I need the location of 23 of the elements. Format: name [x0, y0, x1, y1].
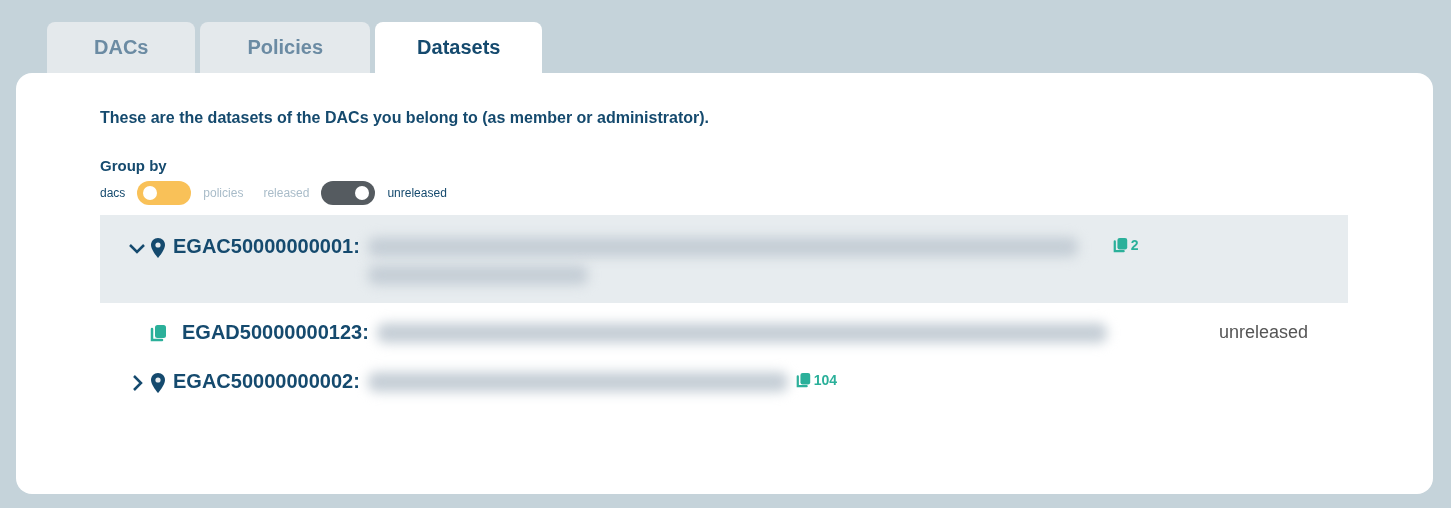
copy-icon [1112, 237, 1129, 253]
map-pin-icon [151, 373, 165, 393]
toggle-option-label: dacs [100, 186, 126, 200]
copy-icon [150, 323, 168, 342]
dac-row[interactable]: EGAC50000000001: 2 [100, 215, 1348, 303]
map-pin-icon [151, 238, 165, 258]
group-by-label: Group by [100, 157, 168, 174]
toggle-option-label: released [263, 186, 310, 200]
toggle-switch[interactable] [321, 181, 376, 205]
toggle-option-label: unreleased [387, 186, 447, 200]
intro-text: These are the datasets of the DACs you belong to (as member or administrator). [100, 109, 710, 127]
dataset-count: 104 [795, 372, 838, 388]
dataset-status: unreleased [1218, 322, 1308, 343]
dac-id: EGAC50000000001: [173, 235, 360, 258]
toggle-option-label: policies [203, 186, 244, 200]
dac-row[interactable]: EGAC50000000002: 104 [100, 362, 1348, 401]
dataset-row[interactable]: EGAD50000000123: unreleased [100, 303, 1348, 362]
toggle-switch[interactable] [137, 181, 192, 205]
dataset-count: 2 [1112, 237, 1139, 253]
dac-id: EGAC50000000002: [173, 370, 360, 393]
dataset-id: EGAD50000000123: [182, 321, 369, 344]
tab[interactable]: Datasets [375, 22, 543, 73]
copy-icon [795, 372, 812, 388]
